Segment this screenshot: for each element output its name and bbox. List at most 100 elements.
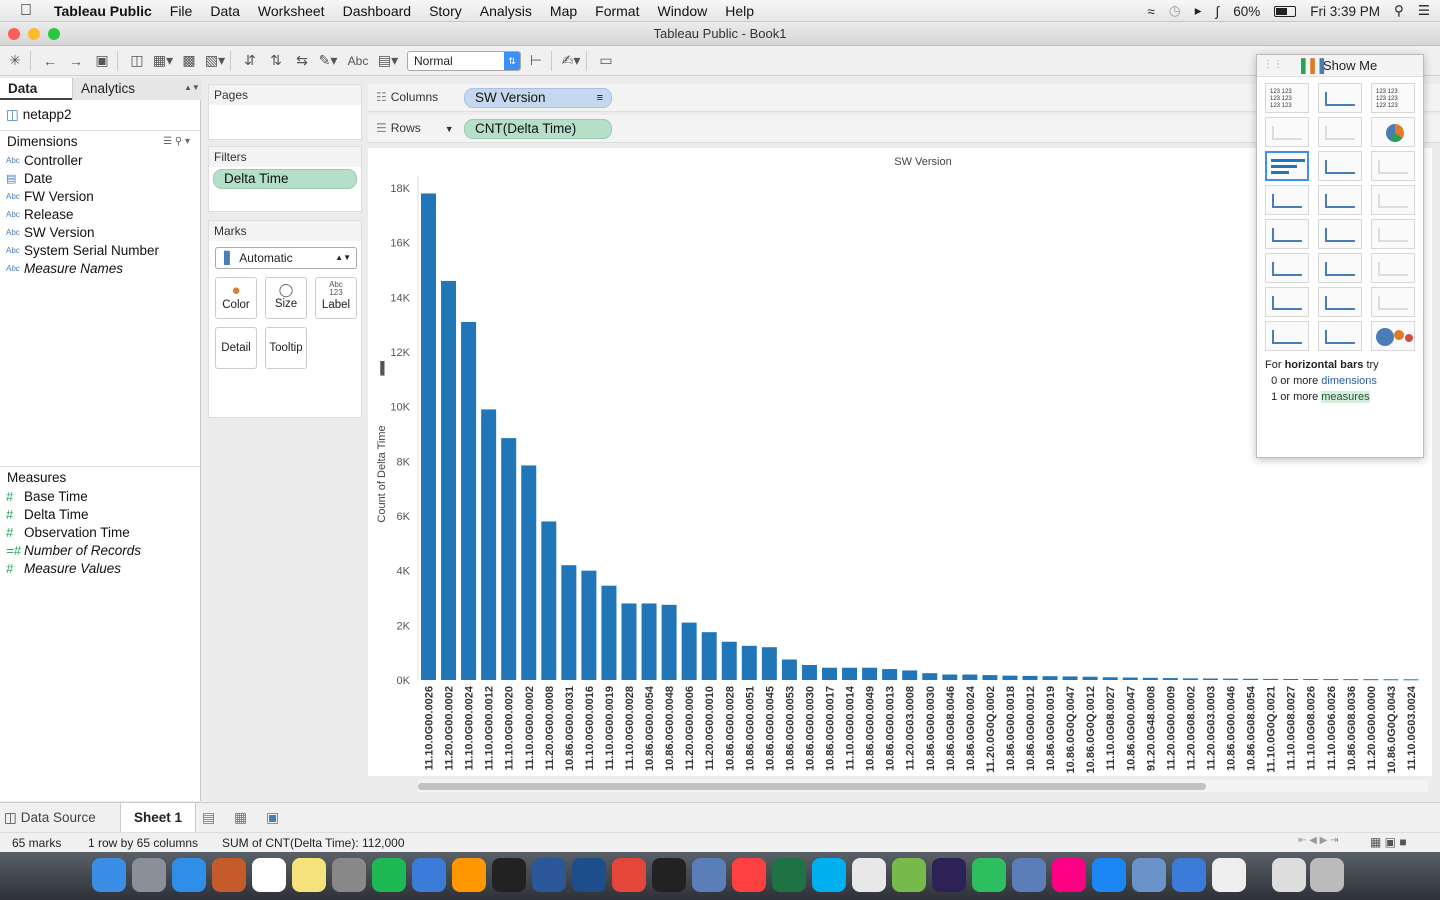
x-tick-label[interactable]: 91.20.0G48.0008: [1145, 686, 1157, 771]
tableau-dock-icon[interactable]: [212, 858, 246, 892]
minimize-window-icon[interactable]: [28, 28, 40, 40]
github-icon[interactable]: [652, 858, 686, 892]
bar-28[interactable]: [982, 675, 998, 680]
zoom-window-icon[interactable]: [48, 28, 60, 40]
new-worksheet-icon[interactable]: ▦▾: [152, 50, 174, 72]
measure-field[interactable]: # Measure Values: [0, 560, 200, 578]
excel-icon[interactable]: [772, 858, 806, 892]
dimension-field[interactable]: Abc Release: [0, 206, 200, 224]
bar-43[interactable]: [1283, 678, 1299, 680]
pane-menu-icon[interactable]: ▲▼: [184, 83, 200, 92]
x-tick-label[interactable]: 10.86.0G00.0053: [784, 686, 796, 771]
x-tick-label[interactable]: 11.10.0G03.0024: [1406, 685, 1418, 770]
x-tick-label[interactable]: 11.10.0G08.0027: [1105, 686, 1117, 770]
bar-30[interactable]: [1022, 675, 1038, 680]
dimension-field[interactable]: ▤ Date: [0, 170, 200, 188]
bar-46[interactable]: [1343, 679, 1359, 681]
datasource-item[interactable]: ◫ netapp2: [6, 106, 72, 124]
fit-select[interactable]: Normal ⇅: [407, 50, 521, 71]
bar-44[interactable]: [1303, 679, 1319, 681]
show-me-lines-continuous-icon[interactable]: [1265, 219, 1309, 249]
safari-icon[interactable]: [172, 858, 206, 892]
horizontal-scrollbar[interactable]: [418, 780, 1428, 792]
new-story-tab-icon[interactable]: ▣: [266, 809, 279, 826]
dimension-field[interactable]: Abc FW Version: [0, 188, 200, 206]
x-tick-label[interactable]: 11.20.0G03.0003: [1205, 686, 1217, 770]
show-me-area-continuous-icon[interactable]: [1265, 253, 1309, 283]
color-button[interactable]: ● Color: [215, 277, 257, 319]
sort-descending-icon[interactable]: ⇆: [291, 50, 313, 72]
bluetooth-icon[interactable]: ∫: [1215, 4, 1219, 19]
duplicate-sheet-icon[interactable]: ▩: [178, 50, 200, 72]
bar-39[interactable]: [1202, 678, 1218, 680]
virtualbox2-icon[interactable]: [1012, 858, 1046, 892]
xcode-icon[interactable]: [412, 858, 446, 892]
dimension-field[interactable]: Abc Controller: [0, 152, 200, 170]
menu-analysis[interactable]: Analysis: [480, 3, 532, 19]
volume-icon[interactable]: ▸: [1195, 3, 1202, 19]
x-tick-label[interactable]: 11.10.0G08.0026: [1306, 686, 1318, 770]
x-tick-label[interactable]: 10.86.0G08.0046: [945, 686, 957, 771]
x-tick-label[interactable]: 11.20.0G00.0009: [1165, 686, 1177, 770]
rows-pill-cnt-delta-time[interactable]: CNT(Delta Time): [464, 119, 612, 139]
show-me-treemap-icon[interactable]: [1265, 185, 1309, 215]
x-tick-label[interactable]: 11.10.0G00.0024: [464, 685, 476, 770]
bar-35[interactable]: [1122, 677, 1138, 680]
rows-dropdown-icon[interactable]: ▼: [445, 124, 454, 134]
highlight-icon[interactable]: ✎▾: [317, 50, 339, 72]
save-icon[interactable]: ▣: [91, 50, 113, 72]
show-me-histogram-icon[interactable]: [1318, 287, 1362, 317]
x-tick-label[interactable]: 11.10.0G06.0026: [1326, 686, 1338, 770]
x-tick-label[interactable]: 11.20.0G00.0000: [1366, 686, 1378, 770]
show-me-text-table-icon[interactable]: 123 123 123 123 123 123: [1265, 83, 1309, 113]
show-me-symbol-map-icon[interactable]: [1265, 117, 1309, 147]
dimension-field[interactable]: Abc Measure Names: [0, 260, 200, 278]
sort-indicator-icon[interactable]: ≡: [597, 89, 603, 107]
show-mark-labels-button[interactable]: Abc: [343, 50, 373, 72]
launchpad-icon[interactable]: [132, 858, 166, 892]
menu-app-name[interactable]: Tableau Public: [54, 3, 152, 19]
menu-worksheet[interactable]: Worksheet: [258, 3, 325, 19]
bar-5[interactable]: [521, 465, 537, 680]
battery-percent[interactable]: 60%: [1233, 4, 1260, 19]
x-tick-label[interactable]: 10.86.0G00.0030: [804, 686, 816, 771]
bar-23[interactable]: [882, 669, 898, 680]
bar-31[interactable]: [1042, 676, 1058, 680]
undo-icon[interactable]: ←: [39, 50, 61, 72]
bar-22[interactable]: [862, 667, 878, 680]
menu-map[interactable]: Map: [550, 3, 577, 19]
sort-ascending-icon[interactable]: ⇅: [265, 50, 287, 72]
new-datasource-icon[interactable]: ◫: [126, 50, 148, 72]
bar-29[interactable]: [1002, 675, 1018, 680]
android-studio-icon[interactable]: [892, 858, 926, 892]
bar-32[interactable]: [1062, 676, 1078, 680]
wifi-icon[interactable]: ≈: [1148, 4, 1155, 19]
sheet-nav-icon[interactable]: ⇤ ◀ ▶ ⇥: [1298, 835, 1338, 846]
x-tick-label[interactable]: 10.86.0G00.0054: [644, 685, 656, 771]
show-me-heat-map-icon[interactable]: [1318, 83, 1362, 113]
menu-help[interactable]: Help: [725, 3, 754, 19]
x-tick-label[interactable]: 11.10.0G00.0002: [524, 686, 536, 770]
facetime-icon[interactable]: [1092, 858, 1126, 892]
x-tick-label[interactable]: 10.86.0G00.0012: [1025, 686, 1037, 771]
tab-data-source[interactable]: ◫ Data Source: [4, 807, 96, 829]
bar-8[interactable]: [581, 570, 597, 680]
clock[interactable]: Fri 3:39 PM: [1310, 4, 1380, 19]
x-tick-label[interactable]: 10.86.0G0Q.0012: [1085, 686, 1097, 773]
pin-icon[interactable]: ⊢: [525, 50, 547, 72]
bar-0[interactable]: [421, 193, 436, 680]
preview-icon[interactable]: [1132, 858, 1166, 892]
x-tick-label[interactable]: 10.86.0G00.0013: [885, 686, 897, 771]
show-me-box-and-whisker-icon[interactable]: [1371, 287, 1415, 317]
x-tick-label[interactable]: 11.10.0G00.0019: [604, 686, 616, 770]
bar-11[interactable]: [641, 603, 657, 680]
show-me-side-by-side-circles-icon[interactable]: [1371, 185, 1415, 215]
x-tick-label[interactable]: 11.20.0G00.0006: [684, 686, 696, 770]
spotify-icon[interactable]: [372, 858, 406, 892]
chrome-icon[interactable]: [612, 858, 646, 892]
show-me-bullet-graph-icon[interactable]: [1318, 321, 1362, 351]
bar-40[interactable]: [1223, 678, 1238, 680]
bar-34[interactable]: [1102, 677, 1118, 680]
photos-icon[interactable]: [852, 858, 886, 892]
bar-25[interactable]: [922, 673, 938, 680]
